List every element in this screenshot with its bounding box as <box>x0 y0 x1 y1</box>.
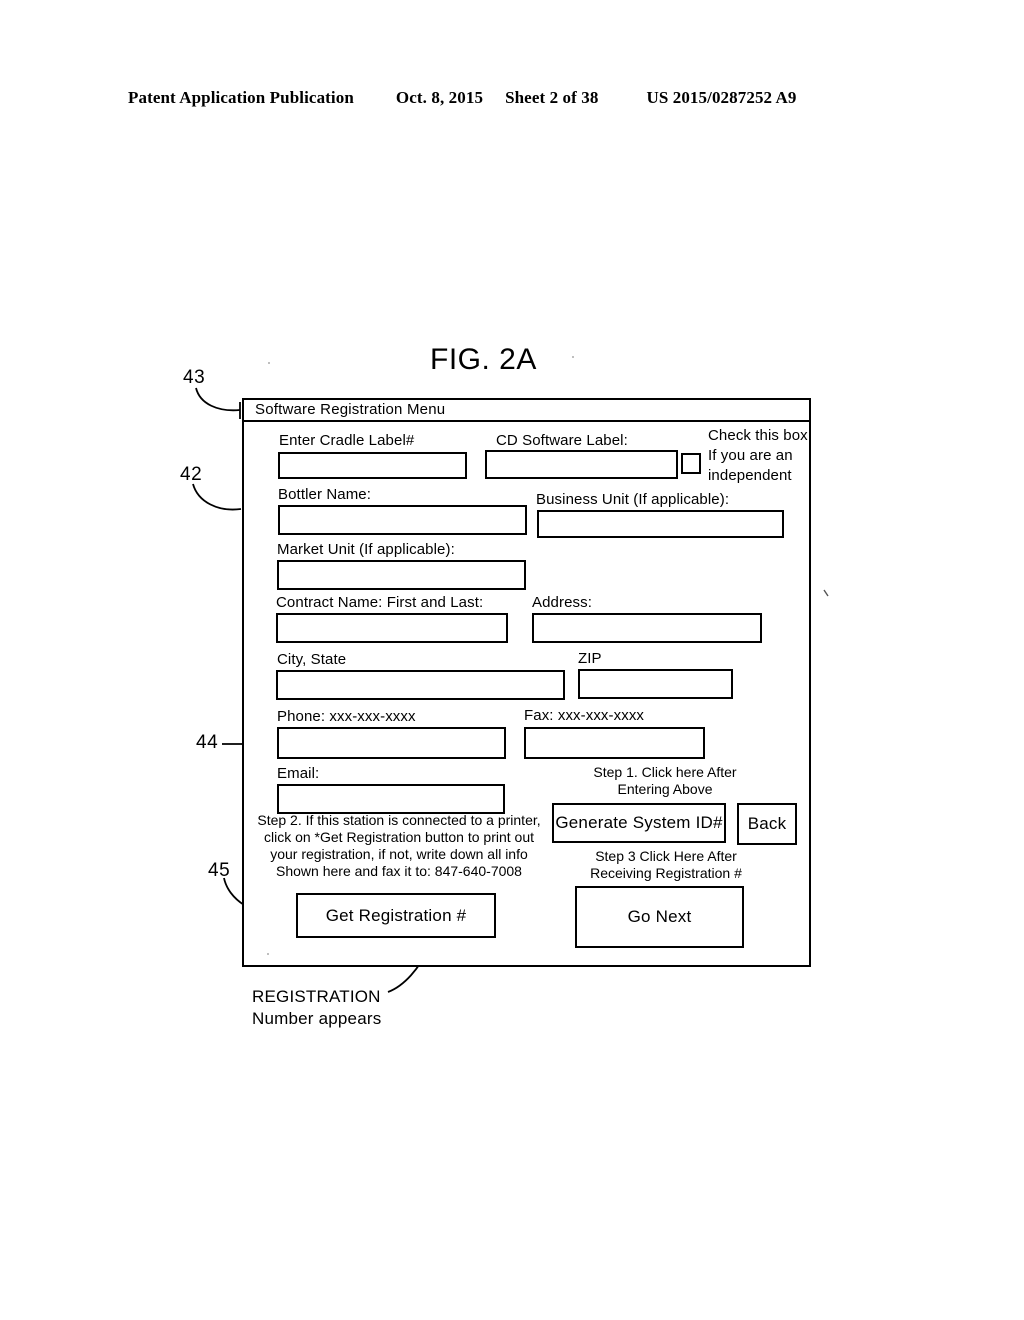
dialog-title: Software Registration Menu <box>255 401 446 418</box>
fax-input[interactable] <box>524 727 705 759</box>
market-unit-input[interactable] <box>277 560 526 590</box>
go-next-button[interactable]: Go Next <box>575 886 744 948</box>
email-input[interactable] <box>277 784 505 814</box>
reference-numeral-43: 43 <box>183 367 206 388</box>
scan-speck <box>268 362 270 364</box>
zip-label: ZIP <box>578 650 602 667</box>
business-unit-label: Business Unit (If applicable): <box>536 491 730 508</box>
phone-label: Phone: xxx-xxx-xxxx <box>277 708 416 725</box>
reference-numeral-44: 44 <box>196 732 219 753</box>
dialog-title-bar: Software Registration Menu <box>244 400 809 422</box>
figure-caption: FIG. 2A <box>430 343 537 376</box>
reference-numeral-45: 45 <box>208 860 231 881</box>
contract-name-input[interactable] <box>276 613 508 643</box>
back-button[interactable]: Back <box>737 803 797 845</box>
publication-header: Patent Application Publication Oct. 8, 2… <box>128 88 896 108</box>
step-1-instruction: Step 1. Click here After Entering Above <box>593 764 737 797</box>
email-label: Email: <box>277 765 320 782</box>
phone-input[interactable] <box>277 727 506 759</box>
bottler-name-label: Bottler Name: <box>278 486 371 503</box>
generate-system-id-button[interactable]: Generate System ID# <box>552 803 726 843</box>
cd-software-label-input[interactable] <box>485 450 678 479</box>
get-registration-button[interactable]: Get Registration # <box>296 893 496 938</box>
publication-header-number: US 2015/0287252 A9 <box>646 88 797 107</box>
business-unit-input[interactable] <box>537 510 784 538</box>
step-3-instruction: Step 3 Click Here After Receiving Regist… <box>590 848 742 881</box>
scan-speck <box>572 356 574 358</box>
reference-numeral-42: 42 <box>180 464 203 485</box>
fax-label: Fax: xxx-xxx-xxxx <box>524 707 645 724</box>
registration-number-annotation: REGISTRATION Number appears <box>252 987 382 1028</box>
contract-name-label: Contract Name: First and Last: <box>276 594 484 611</box>
city-state-label: City, State <box>277 651 347 668</box>
address-label: Address: <box>532 594 592 611</box>
city-state-input[interactable] <box>276 670 565 700</box>
independent-checkbox-label: Check this box If you are an independent <box>708 427 808 484</box>
publication-header-title: Patent Application Publication <box>128 88 354 107</box>
market-unit-label: Market Unit (If applicable): <box>277 541 455 558</box>
zip-input[interactable] <box>578 669 733 699</box>
publication-header-sheet: Sheet 2 of 38 <box>505 88 599 107</box>
software-registration-dialog: Software Registration Menu Enter Cradle … <box>242 398 811 967</box>
address-input[interactable] <box>532 613 762 643</box>
step-2-instruction: Step 2. If this station is connected to … <box>257 812 541 879</box>
cradle-label-label: Enter Cradle Label# <box>279 432 415 449</box>
scan-speck <box>267 953 269 955</box>
cd-software-label-label: CD Software Label: <box>496 432 628 449</box>
bottler-name-input[interactable] <box>278 505 527 535</box>
publication-header-date: Oct. 8, 2015 <box>395 88 484 107</box>
independent-checkbox[interactable] <box>681 453 701 474</box>
cradle-label-input[interactable] <box>278 452 467 479</box>
